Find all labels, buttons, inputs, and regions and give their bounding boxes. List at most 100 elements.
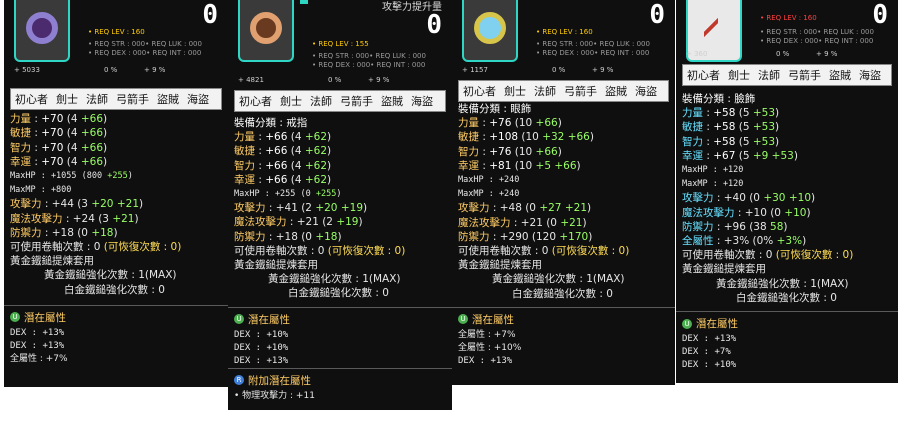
job-magician: 法師 (758, 69, 780, 82)
potential-line: 全屬性 : +10% (458, 342, 522, 353)
scroll-count: 可使用卷軸次數 : 0 (可恢復次數 : 0) (458, 245, 630, 258)
stat-defense: 防禦力 : +18 (0 +18) (234, 230, 342, 243)
upgrade-count: 0 (426, 10, 442, 40)
job-warrior: 劍士 (280, 95, 302, 108)
job-warrior: 劍士 (728, 69, 750, 82)
potential-line: DEX : +13% (458, 355, 513, 366)
stat-int: 智力 : +70 (4 +66) (10, 141, 108, 154)
stat-magic-attack: 魔法攻擊力 : +10 (0 +10) (682, 206, 811, 219)
job-bar: 初心者 劍士 法師 弓箭手 盜賊 海盜 (682, 64, 892, 86)
percent-b: + 9 % (592, 66, 614, 74)
platinum-hammer: 白金鐵鎚強化次數 : 0 (736, 291, 837, 304)
job-thief: 盜賊 (605, 85, 627, 98)
set-name: 黃金鐵鎚提煉套用 (682, 263, 766, 276)
job-warrior: 劍士 (504, 85, 526, 98)
stat-maxmp: MaxMP : +240 (458, 189, 520, 200)
set-name: 黃金鐵鎚提煉套用 (10, 255, 94, 268)
item-tooltip-4: 0 • REQ LEV : 160 • REQ STR : 000• REQ L… (676, 0, 898, 383)
req-str-luk: • REQ STR : 000• REQ LUK : 000 (760, 28, 874, 36)
power-diff: + 360 (686, 50, 708, 58)
stat-attack: 攻擊力 : +40 (0 +30 +10) (682, 192, 816, 205)
stat-str: 力量 : +58 (5 +53) (682, 107, 780, 120)
potential-line: DEX : +10% (234, 329, 289, 340)
req-dex-int: • REQ DEX : 000• REQ INT : 000 (536, 49, 650, 57)
potential-line: DEX : +7% (682, 347, 731, 358)
percent-a: 0 % (552, 66, 566, 74)
stat-str: 力量 : +76 (10 +66) (458, 117, 562, 130)
job-pirate: 海盜 (635, 85, 657, 98)
gold-hammer: 黃金鐵鎚強化次數 : 1(MAX) (492, 273, 625, 286)
potential-header: U 潛在屬性 (4, 306, 228, 327)
stat-luk: 幸運 : +70 (4 +66) (10, 155, 108, 168)
stat-magic-attack: 魔法攻擊力 : +21 (0 +21) (458, 216, 587, 229)
stat-maxhp: MaxHP : +120 (682, 165, 744, 176)
potential-line: 全屬性 : +7% (10, 353, 68, 364)
job-thief: 盜賊 (829, 69, 851, 82)
stat-dex: 敏捷 : +70 (4 +66) (10, 127, 108, 140)
job-bowman: 弓箭手 (788, 69, 821, 82)
req-str-luk: • REQ STR : 000• REQ LUK : 000 (88, 40, 202, 48)
job-bar: 初心者 劍士 法師 弓箭手 盜賊 海盜 (234, 90, 446, 112)
stat-int: 智力 : +58 (5 +53) (682, 135, 780, 148)
job-beginner: 初心者 (687, 69, 720, 82)
stat-defense: 防禦力 : +96 (38 58) (682, 220, 788, 233)
job-bar: 初心者 劍士 法師 弓箭手 盜賊 海盜 (458, 80, 669, 102)
stat-int: 智力 : +76 (10 +66) (458, 145, 562, 158)
stat-attack: 攻擊力 : +44 (3 +20 +21) (10, 198, 144, 211)
upgrade-count: 0 (649, 0, 665, 30)
upgrade-count: 0 (872, 0, 888, 30)
potential-line: DEX : +13% (10, 340, 65, 351)
job-magician: 法師 (86, 93, 108, 106)
job-beginner: 初心者 (239, 95, 272, 108)
job-pirate: 海盜 (187, 93, 209, 106)
stat-dex: 敏捷 : +108 (10 +32 +66) (458, 131, 594, 144)
stats-block: 裝備分類 : 戒指 力量 : +70 (4 +66) 敏捷 : +70 (4 +… (4, 94, 228, 297)
potential-line: DEX : +13% (234, 355, 289, 366)
unique-badge-icon: U (682, 318, 692, 329)
stat-maxhp: MaxHP : +240 (458, 175, 520, 186)
stats-block: 裝備分類 : 臉飾 力量 : +58 (5 +53) 敏捷 : +58 (5 +… (676, 92, 898, 305)
stat-luk: 幸運 : +81 (10 +5 +66) (458, 159, 581, 172)
ring-icon (238, 0, 294, 62)
job-beginner: 初心者 (15, 93, 48, 106)
percent-a: 0 % (776, 50, 790, 58)
item-tooltip-3: 0 • REQ LEV : 160 • REQ STR : 000• REQ L… (452, 0, 675, 385)
ring-icon (14, 0, 70, 62)
unique-badge-icon: U (458, 314, 468, 325)
unique-badge-icon: U (10, 312, 20, 323)
stat-maxmp: MaxMP : +120 (682, 179, 744, 190)
req-dex-int: • REQ DEX : 000• REQ INT : 000 (312, 61, 426, 69)
power-diff: + 4821 (238, 76, 264, 84)
scroll-count: 可使用卷軸次數 : 0 (可恢復次數 : 0) (10, 241, 182, 254)
rare-badge-icon: R (234, 375, 244, 386)
stat-luk: 幸運 : +66 (4 +62) (234, 173, 332, 186)
potential-line: DEX : +13% (10, 327, 65, 338)
potential-line: DEX : +13% (682, 334, 737, 345)
platinum-hammer: 白金鐵鎚強化次數 : 0 (512, 287, 613, 300)
potential-line: DEX : +10% (682, 360, 737, 371)
potential-line: 全屬性 : +7% (458, 329, 516, 340)
set-name: 黃金鐵鎚提煉套用 (458, 259, 542, 272)
stat-magic-attack: 魔法攻擊力 : +24 (3 +21) (10, 212, 139, 225)
potential-header: U 潛在屬性 (228, 308, 452, 329)
item-tooltip-2: 攻擊力提升量 0 • REQ LEV : 155 • REQ STR : 000… (228, 0, 452, 410)
stat-dex: 敏捷 : +66 (4 +62) (234, 145, 332, 158)
percent-b: + 9 % (816, 50, 838, 58)
job-bar: 初心者 劍士 法師 弓箭手 盜賊 海盜 (10, 88, 222, 110)
req-level: • REQ LEV : 160 (536, 28, 593, 36)
stat-dex: 敏捷 : +58 (5 +53) (682, 121, 780, 134)
percent-b: + 9 % (144, 66, 166, 74)
stat-attack: 攻擊力 : +48 (0 +27 +21) (458, 202, 592, 215)
category: 裝備分類 : 臉飾 (682, 93, 756, 105)
job-thief: 盜賊 (381, 95, 403, 108)
scroll-count: 可使用卷軸次數 : 0 (可恢復次數 : 0) (234, 244, 406, 257)
additional-potential-line: • 物理攻擊力 : +11 (234, 390, 315, 401)
percent-a: 0 % (104, 66, 118, 74)
stat-defense: 防禦力 : +290 (120 +170) (458, 230, 593, 243)
req-str-luk: • REQ STR : 000• REQ LUK : 000 (536, 40, 650, 48)
additional-potential-header: R 附加潛在屬性 (228, 369, 452, 390)
percent-a: 0 % (328, 76, 342, 84)
job-bowman: 弓箭手 (116, 93, 149, 106)
category: 裝備分類 : 眼飾 (458, 103, 532, 115)
set-name: 黃金鐵鎚提煉套用 (234, 259, 318, 272)
